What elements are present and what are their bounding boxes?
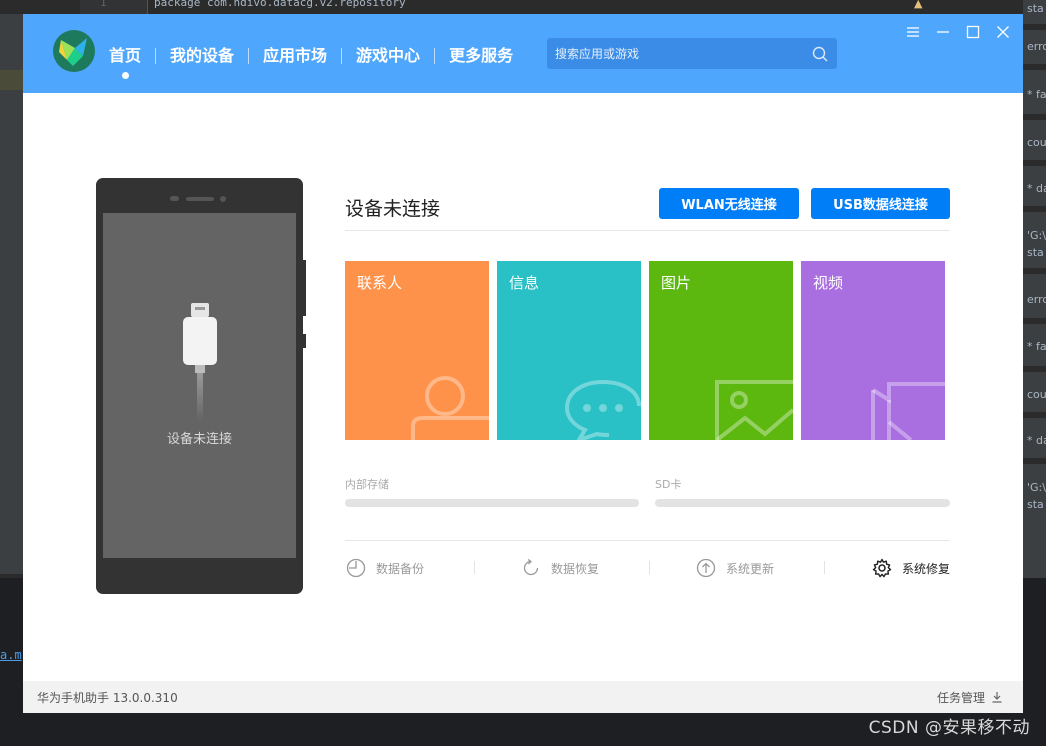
status-bar: 华为手机助手 13.0.0.310 任务管理 (23, 681, 1023, 713)
divider (345, 540, 950, 541)
sd-card-bar (655, 499, 950, 507)
image-icon (715, 380, 793, 440)
backup-icon (345, 557, 367, 579)
nav-game-center[interactable]: 游戏中心 (342, 46, 434, 66)
tile-videos-label: 视频 (813, 274, 844, 292)
ide-gutter (80, 0, 148, 14)
ide-log-row: * da (1027, 182, 1046, 195)
nav-my-device[interactable]: 我的设备 (156, 46, 248, 66)
ide-left-toolbar (0, 14, 23, 574)
tile-messages[interactable]: 信息 (497, 261, 641, 440)
maximize-icon[interactable] (963, 24, 983, 40)
restore-icon (520, 557, 542, 579)
phone-screen-status: 设备未连接 (166, 432, 232, 447)
hisuite-logo-icon (53, 30, 95, 72)
tile-pictures-label: 图片 (661, 274, 692, 292)
data-backup-button[interactable]: 数据备份 (345, 556, 424, 580)
ide-log-row: * fa (1027, 340, 1046, 353)
ide-log-row: cou (1027, 136, 1046, 149)
data-restore-button[interactable]: 数据恢复 (520, 556, 599, 580)
minimize-icon[interactable] (933, 24, 953, 40)
menu-icon[interactable] (903, 24, 923, 40)
system-repair-label: 系统修复 (902, 561, 951, 576)
wlan-connect-button[interactable]: WLAN无线连接 (659, 188, 799, 219)
ide-code-line: package com.ndivo.datacg.v2.repository (154, 0, 406, 9)
ide-log-row: 'G:\ (1027, 481, 1046, 494)
app-header: 首页 我的设备 应用市场 游戏中心 更多服务 (23, 14, 1023, 93)
contact-icon (411, 376, 489, 440)
system-repair-button[interactable]: 系统修复 (871, 556, 950, 580)
search-box (547, 38, 837, 69)
ide-console-link[interactable]: a.m (0, 648, 22, 662)
nav-more-services[interactable]: 更多服务 (435, 46, 527, 66)
tile-videos[interactable]: 视频 (801, 261, 945, 440)
csdn-watermark: CSDN @安果移不动 (868, 718, 1030, 738)
ide-log-row: 'G:\ (1027, 229, 1046, 242)
tile-messages-label: 信息 (509, 274, 540, 292)
huawei-hisuite-window: 首页 我的设备 应用市场 游戏中心 更多服务 搜索应用或游戏 设备未连接 设备未… (23, 14, 1023, 713)
nav-active-indicator (122, 72, 129, 79)
ide-log-row: erro (1027, 40, 1046, 53)
connection-status-title: 设备未连接 (345, 198, 441, 220)
repair-gear-icon (871, 557, 893, 579)
internal-storage-bar (345, 499, 639, 507)
usb-cable-icon (183, 303, 217, 421)
ide-log-row: sta (1027, 2, 1044, 15)
ide-log-row: cou (1027, 388, 1046, 401)
video-icon (871, 382, 945, 440)
data-backup-label: 数据备份 (376, 561, 425, 576)
search-icon[interactable] (803, 38, 837, 69)
app-version: 华为手机助手 13.0.0.310 (37, 690, 178, 705)
ide-log-row: * da (1027, 434, 1046, 447)
window-controls (903, 24, 1013, 40)
main-nav: 首页 我的设备 应用市场 游戏中心 更多服务 (109, 44, 527, 79)
ide-run-log-panel: sta erro * fa cou * da 'G:\ sta erro * f… (1023, 0, 1046, 578)
tile-contacts[interactable]: 联系人 (345, 261, 489, 440)
ide-line-number: 1 (100, 0, 107, 9)
search-input[interactable] (547, 38, 803, 69)
usb-connect-button[interactable]: USB数据线连接 (811, 188, 950, 219)
close-icon[interactable] (993, 24, 1013, 40)
nav-app-market[interactable]: 应用市场 (249, 46, 341, 66)
ide-log-row: * fa (1027, 88, 1046, 101)
phone-screen: 设备未连接 (103, 213, 296, 558)
phone-illustration: 设备未连接 (96, 178, 306, 594)
nav-home[interactable]: 首页 (109, 46, 155, 79)
ide-log-row: sta (1027, 246, 1044, 259)
download-arrow-icon (992, 692, 1002, 703)
ide-log-row: sta (1027, 498, 1044, 511)
internal-storage-label: 内部存储 (345, 478, 389, 491)
message-icon (564, 380, 641, 440)
tile-pictures[interactable]: 图片 (649, 261, 793, 440)
tile-contacts-label: 联系人 (357, 274, 403, 292)
system-update-label: 系统更新 (726, 561, 775, 576)
task-manager-label: 任务管理 (936, 690, 985, 705)
task-manager-button[interactable]: 任务管理 (937, 689, 1003, 706)
ide-log-row: erro (1027, 293, 1046, 306)
system-update-button[interactable]: 系统更新 (695, 556, 774, 580)
nav-home-label: 首页 (109, 46, 142, 65)
update-icon (695, 557, 717, 579)
divider (345, 230, 950, 231)
sd-card-label: SD卡 (655, 478, 682, 491)
data-restore-label: 数据恢复 (551, 561, 600, 576)
ide-warning-icon: ▲ (914, 0, 923, 10)
